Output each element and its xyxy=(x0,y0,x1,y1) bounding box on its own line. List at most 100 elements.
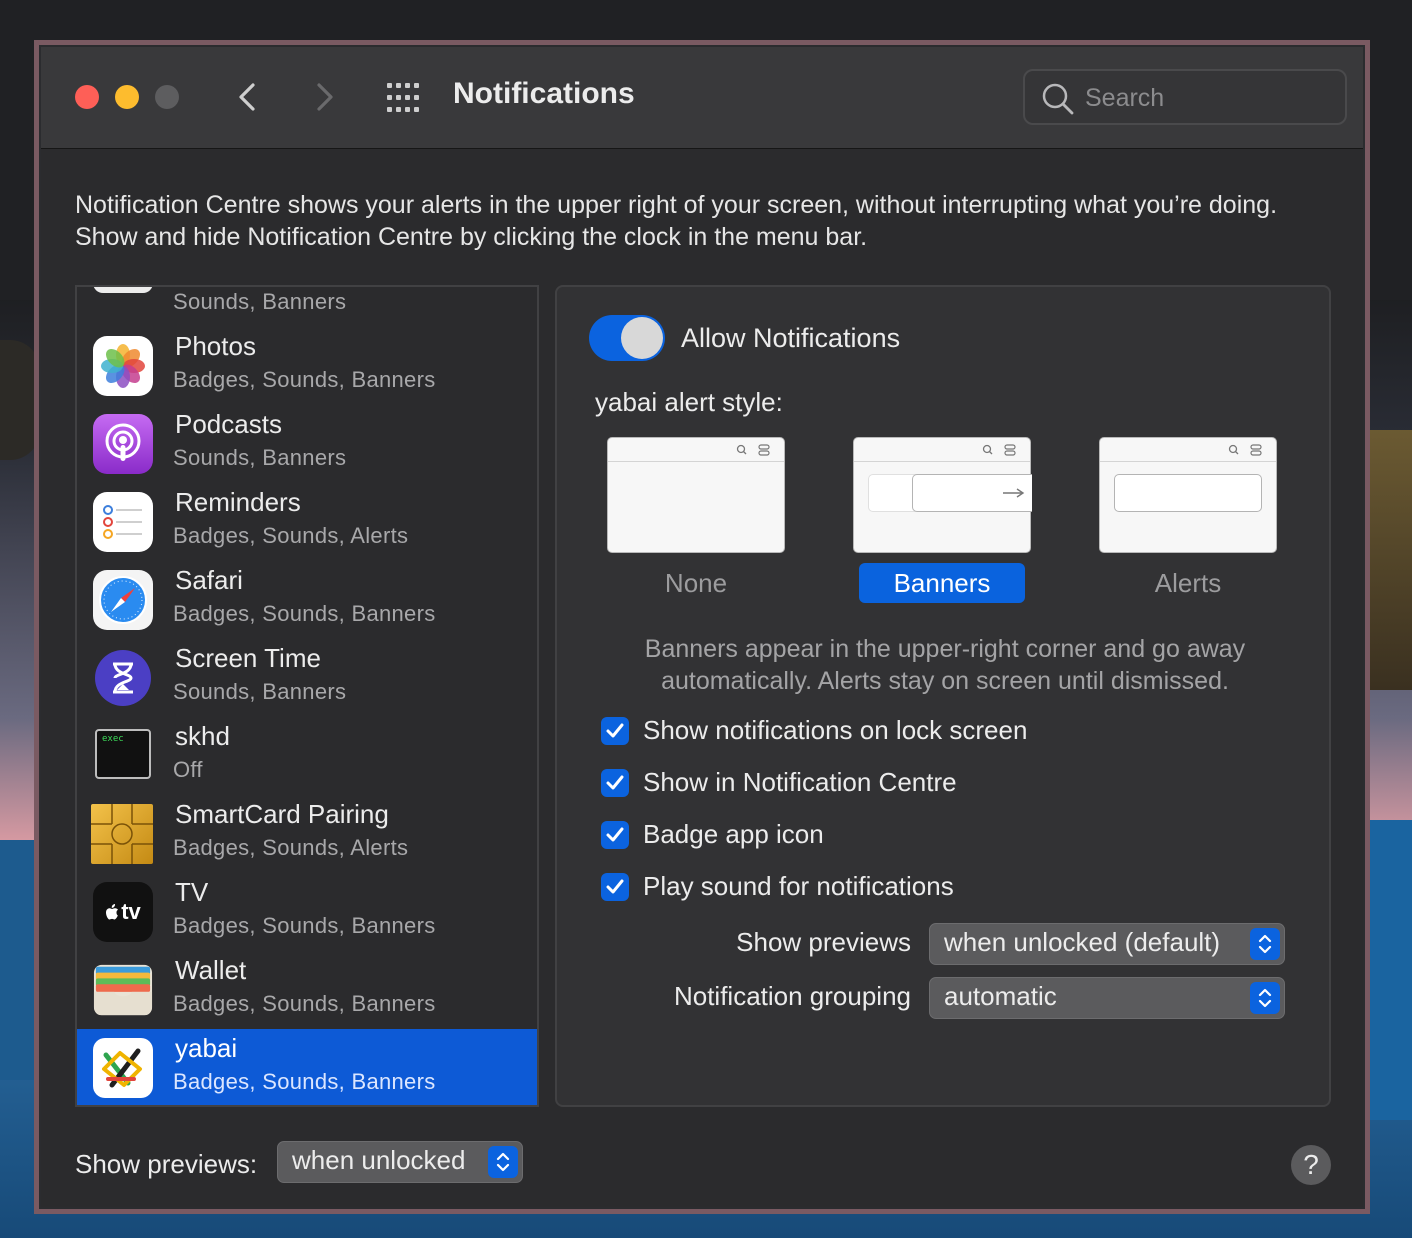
preview-menubar-icons xyxy=(1228,444,1262,456)
banners-style-preview xyxy=(853,437,1032,553)
checkbox[interactable] xyxy=(601,821,629,849)
checkmark-icon xyxy=(606,723,624,738)
list-item[interactable]: Podcasts Sounds, Banners xyxy=(77,405,537,483)
app-name: Screen Time xyxy=(175,643,321,673)
none-style-preview xyxy=(607,437,785,553)
global-show-previews-value: when unlocked xyxy=(292,1145,466,1175)
list-item[interactable]: SmartCard Pairing Badges, Sounds, Alerts xyxy=(77,795,537,873)
alert-style-label: yabai alert style: xyxy=(595,387,783,417)
list-item[interactable]: exec skhd Off xyxy=(77,717,537,795)
checkmark-icon xyxy=(606,827,624,842)
yabai-icon xyxy=(93,1038,153,1098)
preview-menubar-icons xyxy=(736,444,770,456)
list-item[interactable]: Reminders Badges, Sounds, Alerts xyxy=(77,483,537,561)
list-item-selected[interactable]: yabai Badges, Sounds, Banners xyxy=(77,1029,537,1105)
terminal-icon: exec xyxy=(95,729,151,779)
list-item[interactable]: Screen Time Sounds, Banners xyxy=(77,639,537,717)
toggle-knob xyxy=(621,317,663,359)
screen-time-icon xyxy=(93,648,153,708)
app-subtitle: Sounds, Banners xyxy=(173,289,347,314)
app-subtitle: Badges, Sounds, Banners xyxy=(173,1069,436,1094)
show-previews-popup[interactable]: when unlocked (default) xyxy=(929,923,1285,965)
window-title: Notifications xyxy=(453,77,635,110)
app-name: Photos xyxy=(175,331,256,361)
zoom-button[interactable] xyxy=(155,85,179,109)
app-name: Wallet xyxy=(175,955,247,985)
app-name: Safari xyxy=(175,565,243,595)
help-button[interactable]: ? xyxy=(1291,1145,1331,1185)
wallpaper-hill-right xyxy=(1368,820,1412,1120)
list-item[interactable]: Sounds, Banners xyxy=(77,287,537,327)
notifications-window: Notifications Notification Centre shows … xyxy=(34,40,1370,1214)
global-show-previews-popup[interactable]: when unlocked xyxy=(277,1141,523,1183)
alert-style-explanation: Banners appear in the upper-right corner… xyxy=(644,635,1246,695)
app-name: skhd xyxy=(175,721,230,751)
reminders-icon xyxy=(93,492,153,552)
checkbox[interactable] xyxy=(601,873,629,901)
style-label-none: None xyxy=(664,568,728,598)
list-item[interactable]: Photos Badges, Sounds, Banners xyxy=(77,327,537,405)
checkbox-label: Play sound for notifications xyxy=(643,871,954,901)
app-subtitle: Badges, Sounds, Alerts xyxy=(173,523,409,548)
app-name: Podcasts xyxy=(175,409,282,439)
alerts-style-preview xyxy=(1099,437,1277,553)
smartcard-chip-icon xyxy=(91,804,153,864)
checkbox[interactable] xyxy=(601,769,629,797)
app-name: TV xyxy=(175,877,209,907)
chevron-right-icon xyxy=(317,83,333,111)
preview-menubar-icons xyxy=(982,444,1016,456)
style-label-alerts: Alerts xyxy=(1154,568,1222,598)
app-icon-partial xyxy=(93,287,153,293)
window-content: Notifications Notification Centre shows … xyxy=(41,47,1363,1207)
list-item[interactable]: Wallet Badges, Sounds, Banners xyxy=(77,951,537,1029)
checkmark-icon xyxy=(606,775,624,790)
app-subtitle: Sounds, Banners xyxy=(173,445,347,470)
notification-grouping-popup[interactable]: automatic xyxy=(929,977,1285,1019)
notification-grouping-label: Notification grouping xyxy=(673,981,911,1011)
app-list[interactable]: Sounds, Banners Photos Badges, Sounds, B… xyxy=(75,285,539,1107)
app-subtitle: Badges, Sounds, Alerts xyxy=(173,835,409,860)
global-show-previews-label: Show previews: xyxy=(75,1149,258,1179)
popup-stepper-icon xyxy=(1250,982,1280,1014)
allow-notifications-toggle[interactable] xyxy=(589,315,665,361)
show-previews-value: when unlocked (default) xyxy=(944,927,1221,957)
list-item[interactable]: tv TV Badges, Sounds, Banners xyxy=(77,873,537,951)
terminal-icon-text: exec xyxy=(102,734,124,744)
wallet-icon xyxy=(93,960,153,1020)
app-subtitle: Badges, Sounds, Banners xyxy=(173,601,436,626)
app-subtitle: Off xyxy=(173,757,203,782)
apple-logo-icon xyxy=(106,904,119,920)
checkbox-label: Badge app icon xyxy=(643,819,824,849)
close-button[interactable] xyxy=(75,85,99,109)
app-name: SmartCard Pairing xyxy=(175,799,389,829)
list-item[interactable]: Safari Badges, Sounds, Banners xyxy=(77,561,537,639)
style-label-banners: Banners xyxy=(859,563,1025,603)
app-subtitle: Badges, Sounds, Banners xyxy=(173,367,436,392)
checkbox-label: Show notifications on lock screen xyxy=(643,715,1028,745)
notification-centre-description: Notification Centre shows your alerts in… xyxy=(75,191,1278,251)
app-notification-settings: Allow Notifications yabai alert style: N… xyxy=(555,285,1331,1107)
chevron-left-icon xyxy=(239,83,255,111)
forward-button[interactable] xyxy=(303,77,343,117)
checkbox-label: Show in Notification Centre xyxy=(643,767,957,797)
safari-icon xyxy=(93,570,153,630)
notification-grouping-value: automatic xyxy=(944,981,1057,1011)
search-icon xyxy=(1042,83,1074,115)
title-bar: Notifications xyxy=(41,47,1363,149)
checkmark-icon xyxy=(606,879,624,894)
app-name: Reminders xyxy=(175,487,301,517)
back-button[interactable] xyxy=(229,77,269,117)
search-field[interactable] xyxy=(1023,69,1347,125)
search-input[interactable] xyxy=(1085,81,1335,115)
show-all-grid-icon[interactable] xyxy=(385,81,425,115)
wallpaper-tree-right xyxy=(1368,430,1412,690)
allow-notifications-label: Allow Notifications xyxy=(681,323,901,353)
app-name: yabai xyxy=(175,1033,238,1063)
minimize-button[interactable] xyxy=(115,85,139,109)
popup-stepper-icon xyxy=(1250,928,1280,960)
apple-tv-icon: tv xyxy=(93,882,153,942)
checkbox[interactable] xyxy=(601,717,629,745)
app-subtitle: Badges, Sounds, Banners xyxy=(173,913,436,938)
tv-icon-text: tv xyxy=(121,899,141,924)
podcasts-icon xyxy=(93,414,153,474)
